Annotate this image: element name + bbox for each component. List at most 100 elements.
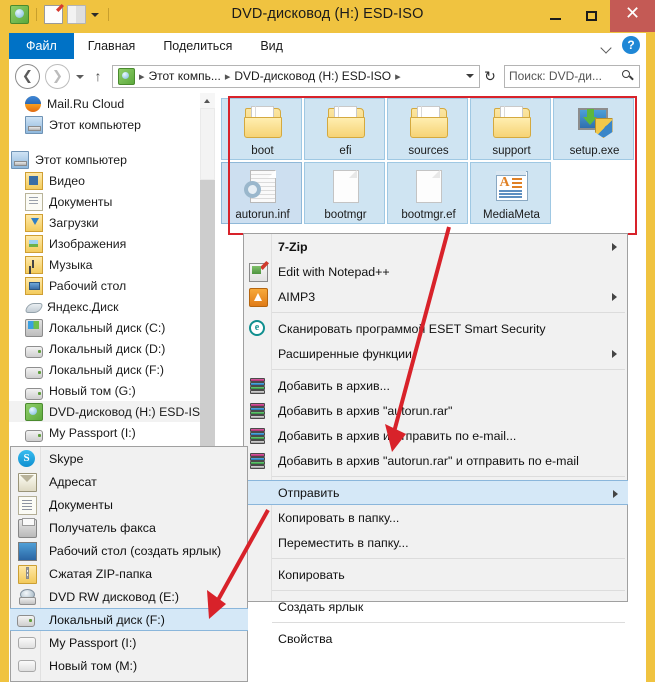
forward-button[interactable]: ❯ (45, 63, 70, 89)
file-tile-setup-exe[interactable]: setup.exe (553, 98, 634, 160)
menu-item-label: Создать ярлык (278, 599, 364, 614)
mailru-cloud-icon (25, 95, 41, 112)
menu-item-eset-scan[interactable]: e Сканировать программой ESET Smart Secu… (244, 316, 627, 341)
submenu-item-new-volume-m[interactable]: Новый том (M:) (11, 654, 247, 677)
submenu-item-skype[interactable]: S Skype (11, 447, 247, 470)
menu-item-properties[interactable]: Свойства (244, 626, 627, 651)
sidebar-item-pictures[interactable]: Изображения (9, 233, 207, 254)
sidebar-item-drive-c[interactable]: Локальный диск (C:) (9, 317, 207, 338)
menu-item-send-to[interactable]: Отправить (243, 480, 628, 505)
sidebar-item-yandex-disk[interactable]: Яндекс.Диск (9, 296, 207, 317)
chevron-down-icon[interactable] (601, 41, 613, 53)
recent-locations-icon[interactable] (72, 66, 88, 86)
tab-view[interactable]: Вид (246, 33, 297, 59)
tab-home[interactable]: Главная (74, 33, 150, 59)
file-tile-support[interactable]: support (470, 98, 551, 160)
submenu-item-desktop-shortcut[interactable]: Рабочий стол (создать ярлык) (11, 539, 247, 562)
address-bar: ❮ ❯ ↑ ▸ Этот компь... ▸ DVD-дисковод (H:… (9, 59, 646, 93)
submenu-item-dvd-rw-drive[interactable]: DVD RW дисковод (E:) (11, 585, 247, 608)
file-tile-boot[interactable]: boot (221, 98, 302, 160)
minimize-button[interactable] (538, 0, 574, 32)
menu-item-add-to-archive[interactable]: Добавить в архив... (244, 373, 627, 398)
menu-item-advanced-functions[interactable]: Расширенные функции (244, 341, 627, 366)
close-button[interactable]: ✕ (610, 0, 655, 32)
file-tiles: boot efi sources support setup.exe autor… (221, 98, 641, 226)
file-tile-bootmgr-ef[interactable]: bootmgr.ef (387, 162, 468, 224)
breadcrumb-item-dvd-drive[interactable]: DVD-дисковод (H:) ESD-ISO (234, 69, 391, 83)
sidebar-item-drive-d[interactable]: Локальный диск (D:) (9, 338, 207, 359)
sidebar-item-music[interactable]: Музыка (9, 254, 207, 275)
up-button[interactable]: ↑ (89, 66, 107, 86)
submenu-item-local-disk-f[interactable]: Локальный диск (F:) (10, 608, 248, 631)
menu-item-edit-with-notepadpp[interactable]: Edit with Notepad++ (244, 259, 627, 284)
menu-item-move-to-folder[interactable]: Переместить в папку... (244, 530, 627, 555)
this-pc-icon (25, 115, 43, 134)
breadcrumb[interactable]: ▸ Этот компь... ▸ DVD-дисковод (H:) ESD-… (112, 64, 480, 88)
breadcrumb-separator: ▸ (224, 70, 231, 83)
aimp3-icon (249, 288, 268, 307)
submenu-item-documents[interactable]: Документы (11, 493, 247, 516)
menu-separator (272, 312, 625, 313)
ribbon-tabs: Файл Главная Поделиться Вид (9, 33, 646, 59)
submenu-item-mail-recipient[interactable]: Адресат (11, 470, 247, 493)
fax-recipient-icon (18, 518, 37, 538)
back-button[interactable]: ❮ (15, 63, 40, 89)
file-tile-bootmgr[interactable]: bootmgr (304, 162, 385, 224)
scroll-up-arrow-icon[interactable] (200, 93, 215, 108)
documents-folder-icon (25, 192, 43, 211)
menu-item-add-to-archive-and-email[interactable]: Добавить в архив и отправить по e-mail..… (244, 423, 627, 448)
submenu-item-label: Адресат (49, 474, 97, 489)
sidebar-item-dvd-drive-h[interactable]: DVD-дисковод (H:) ESD-ISO (9, 401, 207, 422)
sidebar-item-video[interactable]: Видео (9, 170, 207, 191)
sidebar-item-label: Этот компьютер (49, 117, 141, 132)
menu-separator (272, 590, 625, 591)
menu-separator (272, 622, 625, 623)
ribbon-tab-strip: Файл Главная Поделиться Вид ? (9, 33, 646, 60)
sidebar-item-label: Загрузки (49, 215, 99, 230)
menu-item-7zip[interactable]: 7-Zip (244, 234, 627, 259)
menu-item-add-to-named-archive-and-email[interactable]: Добавить в архив "autorun.rar" и отправи… (244, 448, 627, 473)
sidebar-item-desktop[interactable]: Рабочий стол (9, 275, 207, 296)
menu-item-label: Свойства (278, 631, 333, 646)
menu-item-add-to-archive-named[interactable]: Добавить в архив "autorun.rar" (244, 398, 627, 423)
send-to-submenu[interactable]: S Skype Адресат Документы Получатель фак… (10, 446, 248, 682)
submenu-item-zip-folder[interactable]: Сжатая ZIP-папка (11, 562, 247, 585)
file-tile-mediameta[interactable]: A MediaMeta (470, 162, 551, 224)
breadcrumb-separator: ▸ (395, 70, 401, 83)
menu-item-copy[interactable]: Копировать (244, 562, 627, 587)
breadcrumb-item-this-pc[interactable]: Этот компь... (149, 69, 221, 83)
search-input[interactable]: Поиск: DVD-ди... (504, 64, 640, 88)
sidebar-item-my-passport[interactable]: My Passport (I:) (9, 422, 207, 443)
sidebar-item-drive-g[interactable]: Новый том (G:) (9, 380, 207, 401)
file-tile-sources[interactable]: sources (387, 98, 468, 160)
menu-item-copy-to-folder[interactable]: Копировать в папку... (244, 505, 627, 530)
submenu-item-label: Новый том (M:) (49, 658, 138, 673)
refresh-button[interactable]: ↻ (480, 66, 500, 87)
documents-icon (18, 496, 37, 515)
sidebar-item-this-pc[interactable]: Этот компьютер (9, 149, 207, 170)
submenu-item-my-passport[interactable]: My Passport (I:) (11, 631, 247, 654)
sidebar-item-this-pc-fav[interactable]: Этот компьютер (9, 114, 207, 135)
menu-item-label: Сканировать программой ESET Smart Securi… (278, 321, 546, 336)
file-tile-efi[interactable]: efi (304, 98, 385, 160)
chevron-down-icon[interactable] (462, 66, 477, 86)
sidebar-item-documents[interactable]: Документы (9, 191, 207, 212)
submenu-item-fax-recipient[interactable]: Получатель факса (11, 516, 247, 539)
sidebar-item-downloads[interactable]: Загрузки (9, 212, 207, 233)
menu-item-label: Добавить в архив "autorun.rar" (278, 403, 453, 418)
tab-file[interactable]: Файл (9, 33, 74, 59)
menu-item-create-shortcut[interactable]: Создать ярлык (244, 594, 627, 619)
sidebar-item-drive-f[interactable]: Локальный диск (F:) (9, 359, 207, 380)
menu-separator (272, 476, 625, 477)
menu-item-aimp3[interactable]: AIMP3 (244, 284, 627, 309)
sidebar-item-mailru-cloud[interactable]: Mail.Ru Cloud (9, 93, 207, 114)
tab-share[interactable]: Поделиться (149, 33, 246, 59)
context-menu[interactable]: 7-Zip Edit with Notepad++ AIMP3 e Сканир… (243, 233, 628, 646)
help-icon[interactable]: ? (622, 36, 640, 54)
hard-drive-icon (25, 345, 43, 358)
scrollbar-thumb[interactable] (200, 108, 215, 180)
file-tile-autorun-inf[interactable]: autorun.inf (221, 162, 302, 224)
maximize-button[interactable] (574, 0, 610, 32)
ribbon-right-controls: ? (601, 36, 640, 54)
